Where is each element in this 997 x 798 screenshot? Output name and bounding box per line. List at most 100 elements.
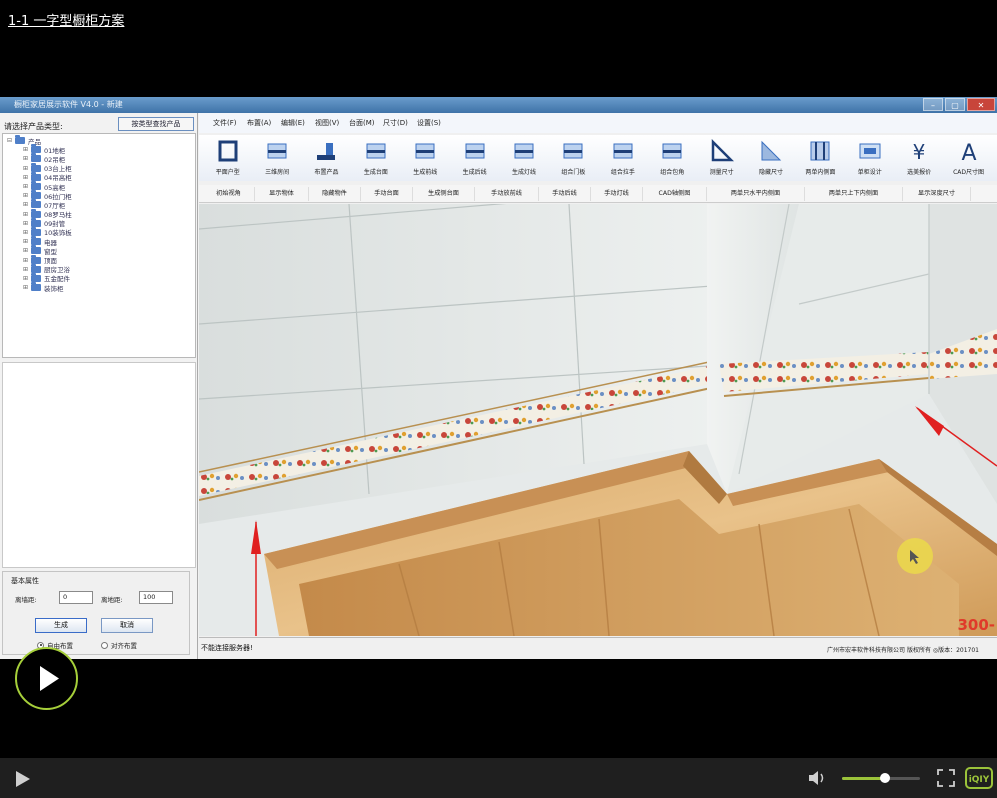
big-play-button[interactable]	[15, 647, 78, 710]
tool-floorplan-button[interactable]: 平面户型	[203, 135, 252, 181]
light-line-icon	[511, 138, 537, 164]
tool-door-panel-button[interactable]: 组合门板	[549, 135, 598, 181]
toolbar2-item-1[interactable]: 显示物体	[255, 186, 309, 201]
cad-text-icon: A	[956, 138, 982, 164]
tool-quote-button[interactable]: ¥ 选美报价	[894, 135, 943, 181]
handle-icon	[610, 138, 636, 164]
menu-item-2[interactable]: 编辑(E)	[281, 118, 315, 128]
window-titlebar: 橱柜家居展示软件 V4.0 - 新建 – ▢ ✕	[0, 97, 997, 113]
menu-item-1[interactable]: 布置(A)	[247, 118, 281, 128]
floor-distance-field[interactable]: 100	[139, 591, 173, 604]
tool-ruler-button[interactable]: 测量尺寸	[697, 135, 746, 181]
expand-icon[interactable]: ⊞	[23, 238, 31, 245]
collapse-icon[interactable]: ⊟	[7, 137, 15, 144]
expand-icon[interactable]: ⊞	[23, 284, 31, 291]
minimize-button[interactable]: –	[923, 98, 943, 111]
status-connection: 不能连接服务器!	[201, 644, 253, 652]
expand-icon[interactable]: ⊞	[23, 174, 31, 181]
toolbar2-item-4[interactable]: 生成侧台面	[413, 186, 475, 201]
tree-item[interactable]: ⊞ 装饰柜	[3, 282, 195, 293]
floorplan-icon	[215, 138, 241, 164]
tool-inner-side-button[interactable]: 两单内侧面	[796, 135, 845, 181]
kitchen-3d-scene	[199, 204, 997, 636]
tool-back-line-button[interactable]: 生成后线	[450, 135, 499, 181]
folder-icon	[31, 181, 41, 191]
toolbar2-item-2[interactable]: 隐藏物件	[309, 186, 361, 201]
play-small-icon[interactable]	[14, 770, 32, 788]
place-product-icon	[313, 138, 339, 164]
close-button[interactable]: ✕	[967, 98, 995, 111]
folder-icon	[31, 226, 41, 236]
3d-viewport[interactable]: 300-	[199, 204, 997, 636]
product-tree[interactable]: ⊟ 产品 ⊞ 01地柜 ⊞ 02吊柜 ⊞ 03台上柜 ⊞ 04吊高柜 ⊞ 05高柜 ⊞ 06拉门柜 ⊞ 0…	[2, 133, 196, 358]
toolbar2-item-3[interactable]: 手动台面	[361, 186, 413, 201]
expand-icon[interactable]: ⊞	[23, 192, 31, 199]
cancel-button[interactable]: 取消	[101, 618, 153, 633]
tool-label: 组合拉手	[610, 169, 635, 176]
expand-icon[interactable]: ⊞	[23, 275, 31, 282]
main-toolbar: 平面户型 三维房间 布置产品 生成台面 生成前线 生成后线 生成灯线 组合门板 组合拉手 组合包角…	[199, 135, 997, 181]
toolbar2-item-8[interactable]: CAD轴侧图	[643, 186, 707, 201]
expand-icon[interactable]: ⊞	[23, 165, 31, 172]
window-title: 橱柜家居展示软件 V4.0 - 新建	[14, 100, 123, 109]
expand-icon[interactable]: ⊞	[23, 211, 31, 218]
toolbar2-item-5[interactable]: 手动放前线	[475, 186, 539, 201]
tool-hide-dimension-button[interactable]: 隐藏尺寸	[746, 135, 795, 181]
expand-icon[interactable]: ⊞	[23, 229, 31, 236]
menu-item-6[interactable]: 设置(S)	[417, 118, 451, 128]
corner-icon	[659, 138, 685, 164]
tool-corner-button[interactable]: 组合包角	[648, 135, 697, 181]
expand-icon[interactable]: ⊞	[23, 183, 31, 190]
tool-front-line-button[interactable]: 生成前线	[401, 135, 450, 181]
folder-icon	[31, 263, 41, 273]
svg-text:¥: ¥	[913, 140, 926, 163]
tool-place-product-button[interactable]: 布置产品	[302, 135, 351, 181]
tool-countertop-button[interactable]: 生成台面	[351, 135, 400, 181]
menu-bar: 文件(F) 布置(A) 编辑(E) 视图(V) 台面(M) 尺寸(D) 设置(S)	[199, 113, 997, 133]
toolbar2-item-0[interactable]: 初始视角	[203, 186, 255, 201]
volume-knob[interactable]	[879, 773, 890, 783]
secondary-toolbar: 初始视角 显示物体 隐藏物件 手动台面 生成侧台面 手动放前线 手动后线 手动灯线 CAD轴侧图…	[199, 185, 997, 203]
toolbar2-item-11[interactable]: 显示深度尺寸	[903, 186, 971, 201]
wall-distance-field[interactable]: 0	[59, 591, 93, 604]
tool-cabinet-design-button[interactable]: 单柜设计	[845, 135, 894, 181]
volume-slider[interactable]	[842, 773, 920, 783]
cabinet-design-icon	[857, 138, 883, 164]
maximize-button[interactable]: ▢	[945, 98, 965, 111]
tool-label: 生成后线	[462, 169, 487, 176]
toolbar2-item-10[interactable]: 两单只上下内侧面	[805, 186, 903, 201]
tree-item-label: 装饰柜	[44, 284, 64, 293]
menu-item-4[interactable]: 台面(M)	[349, 118, 383, 128]
video-title[interactable]: 1-1 一字型橱柜方案	[8, 10, 124, 29]
fullscreen-icon[interactable]	[937, 769, 955, 787]
menu-item-3[interactable]: 视图(V)	[315, 118, 349, 128]
tool-label: 组合包角	[660, 169, 685, 176]
quote-icon: ¥	[906, 138, 932, 164]
expand-icon[interactable]: ⊞	[23, 257, 31, 264]
expand-icon[interactable]: ⊞	[23, 266, 31, 273]
expand-icon[interactable]: ⊞	[23, 146, 31, 153]
menu-item-0[interactable]: 文件(F)	[213, 118, 247, 128]
expand-icon[interactable]: ⊞	[23, 201, 31, 208]
folder-icon	[31, 272, 41, 282]
expand-icon[interactable]: ⊞	[23, 247, 31, 254]
toolbar2-item-7[interactable]: 手动灯线	[591, 186, 643, 201]
folder-icon	[31, 236, 41, 246]
back-line-icon	[462, 138, 488, 164]
tool-3d-room-button[interactable]: 三维房间	[252, 135, 301, 181]
tool-handle-button[interactable]: 组合拉手	[598, 135, 647, 181]
tool-light-line-button[interactable]: 生成灯线	[499, 135, 548, 181]
generate-button[interactable]: 生成	[35, 618, 87, 633]
expand-icon[interactable]: ⊞	[23, 155, 31, 162]
search-by-type-button[interactable]: 按类型查找产品	[118, 117, 194, 131]
iqiyi-logo-icon[interactable]: iQIY	[965, 767, 993, 789]
toolbar2-item-6[interactable]: 手动后线	[539, 186, 591, 201]
toolbar2-item-9[interactable]: 两单只水平内侧面	[707, 186, 805, 201]
radio-align-layout[interactable]: 对齐布置	[101, 640, 137, 650]
folder-icon	[31, 254, 41, 264]
folder-icon	[31, 217, 41, 227]
expand-icon[interactable]: ⊞	[23, 220, 31, 227]
tool-cad-text-button[interactable]: A CAD尺寸图	[944, 135, 993, 181]
volume-icon[interactable]	[808, 770, 828, 786]
menu-item-5[interactable]: 尺寸(D)	[383, 118, 417, 128]
